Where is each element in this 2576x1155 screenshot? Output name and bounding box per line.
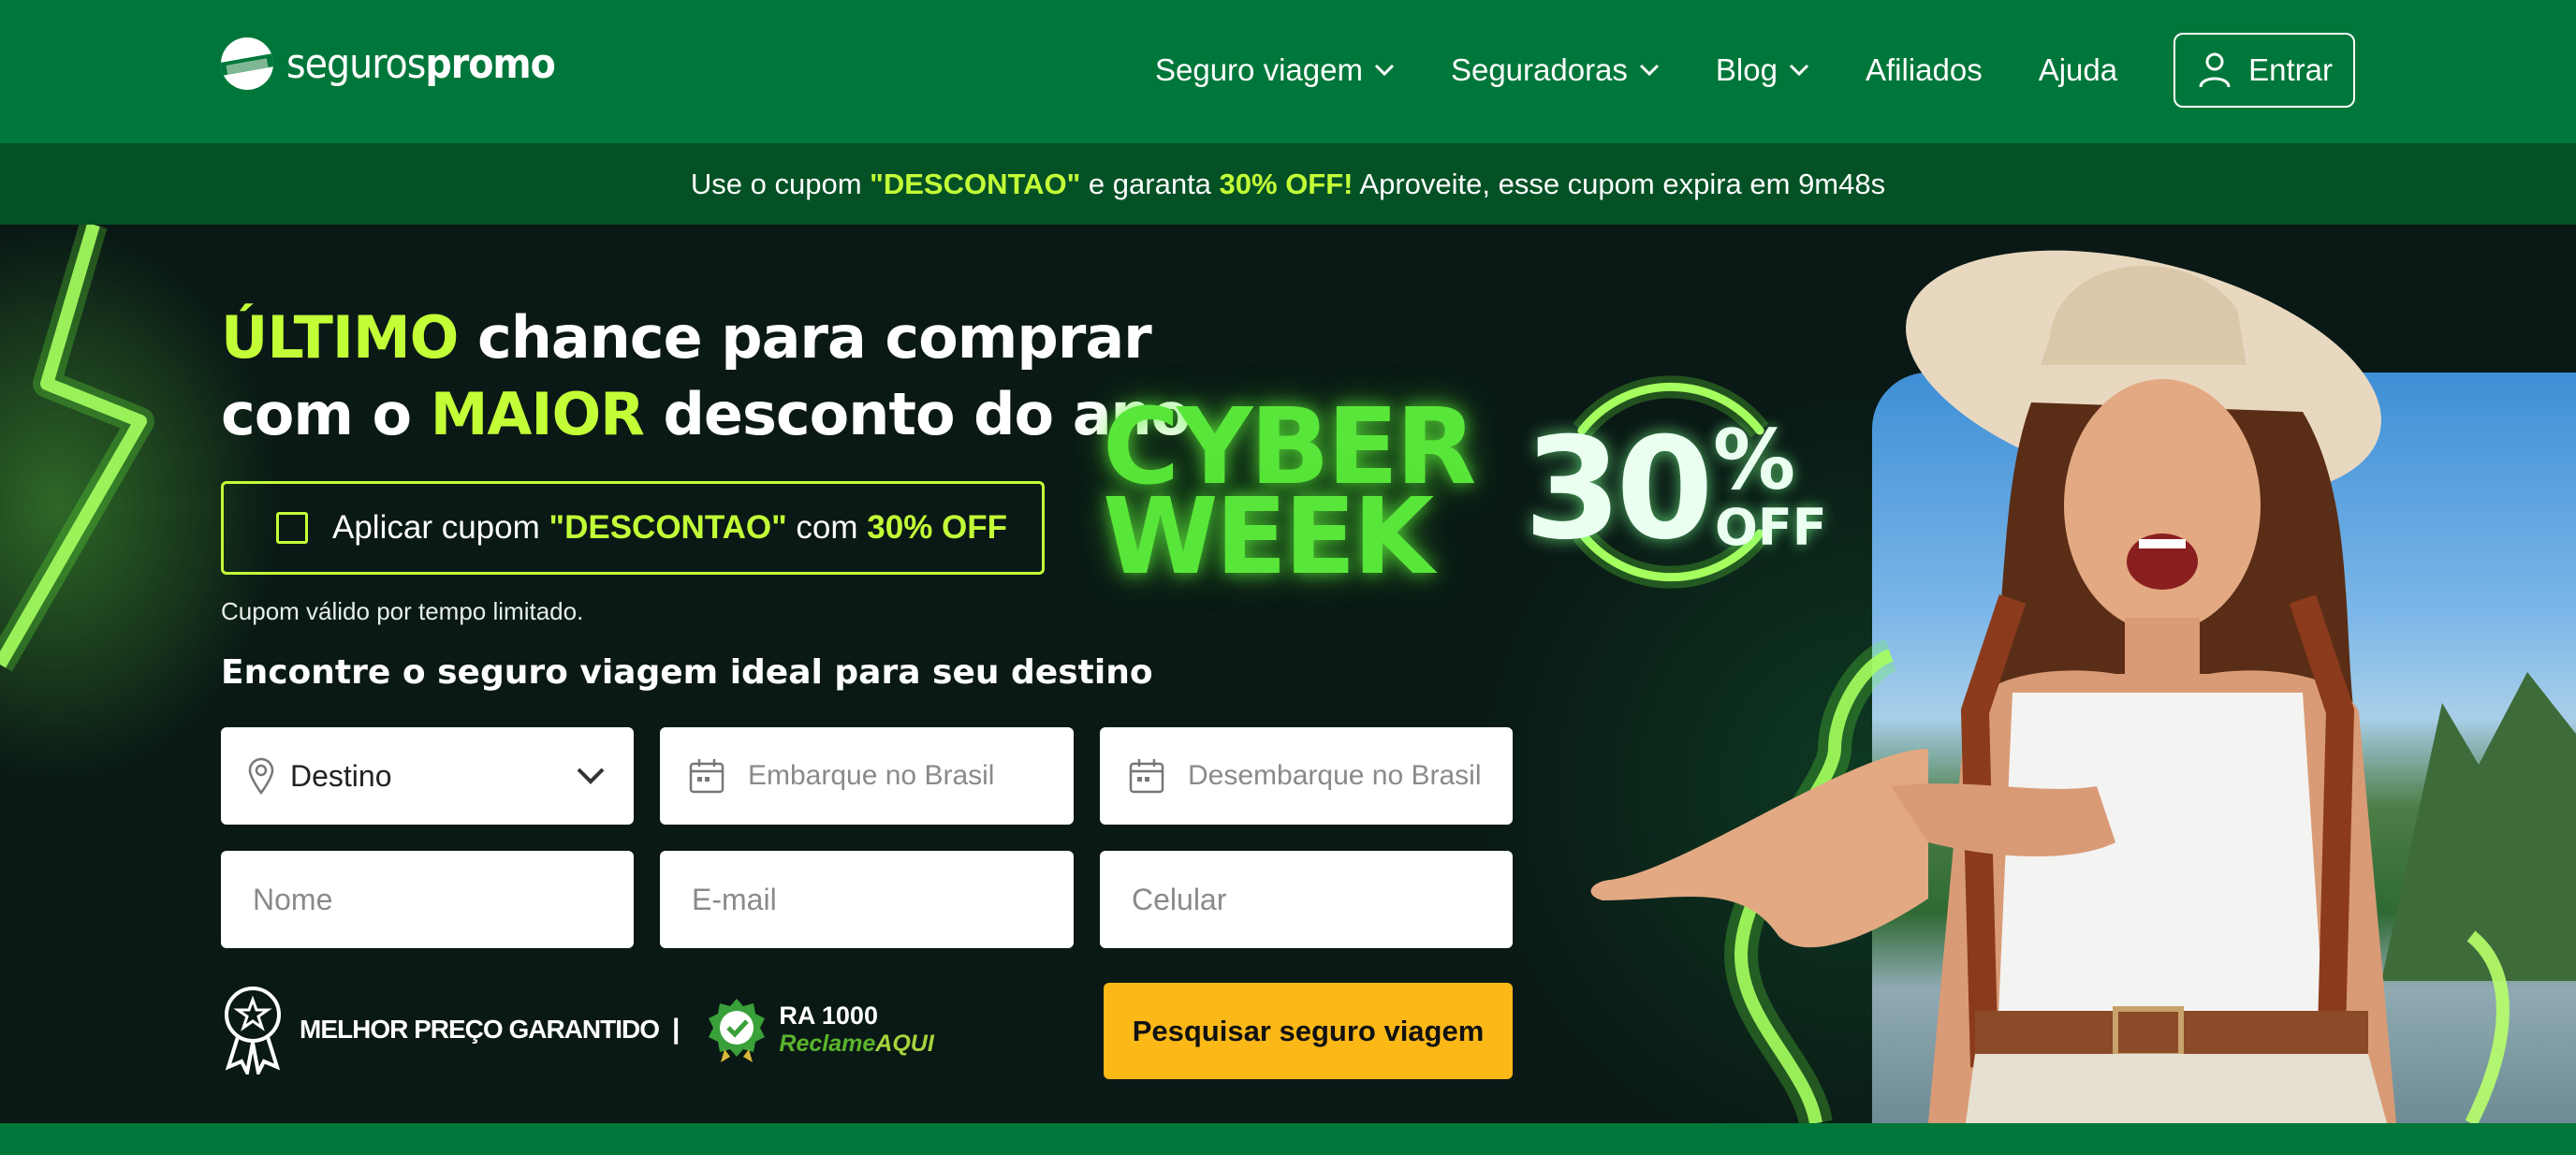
hero-section: ÚLTIMO chance para comprar com o MAIOR d… — [0, 225, 2576, 1123]
login-button[interactable]: Entrar — [2174, 33, 2355, 108]
nav-ajuda[interactable]: Ajuda — [2039, 52, 2117, 88]
login-label: Entrar — [2248, 52, 2333, 87]
logo[interactable]: segurospromo — [221, 37, 556, 90]
chevron-down-icon — [1789, 64, 1809, 77]
top-navigation: segurospromo Seguro viagem Seguradoras B… — [0, 0, 2576, 143]
coupon-countdown-text: Aproveite, esse cupom expira em 9m48s — [1353, 167, 1886, 200]
nav-seguradoras[interactable]: Seguradoras — [1451, 52, 1660, 88]
logo-text-part2: promo — [425, 39, 556, 88]
coupon-announcement-bar: Use o cupom "DESCONTAO" e garanta 30% OF… — [0, 143, 2576, 225]
coupon-bar-text: e garanta — [1080, 167, 1220, 200]
footer-strip — [0, 1123, 2576, 1155]
logo-text: segurospromo — [286, 39, 556, 88]
user-icon — [2199, 52, 2231, 88]
chevron-down-icon — [1374, 64, 1395, 77]
logo-icon — [221, 37, 273, 90]
nav-label: Afiliados — [1865, 52, 1983, 87]
coupon-code: "DESCONTAO" — [870, 167, 1081, 200]
nav-label: Seguro viagem — [1154, 52, 1363, 87]
chevron-down-icon — [1639, 64, 1659, 77]
coupon-bar-text: Use o cupom — [690, 167, 871, 200]
nav-blog[interactable]: Blog — [1716, 52, 1809, 88]
main-nav: Seguro viagem Seguradoras Blog Afiliados… — [1099, 0, 2355, 140]
nav-label: Blog — [1715, 52, 1778, 87]
nav-afiliados[interactable]: Afiliados — [1866, 52, 1983, 88]
logo-text-part1: seguros — [286, 39, 426, 88]
coupon-discount: 30% OFF! — [1219, 167, 1354, 200]
nav-label: Seguradoras — [1450, 52, 1628, 87]
nav-seguro-viagem[interactable]: Seguro viagem — [1155, 52, 1395, 88]
nav-label: Ajuda — [2038, 52, 2118, 87]
hero-person-illustration — [1590, 250, 2510, 1123]
